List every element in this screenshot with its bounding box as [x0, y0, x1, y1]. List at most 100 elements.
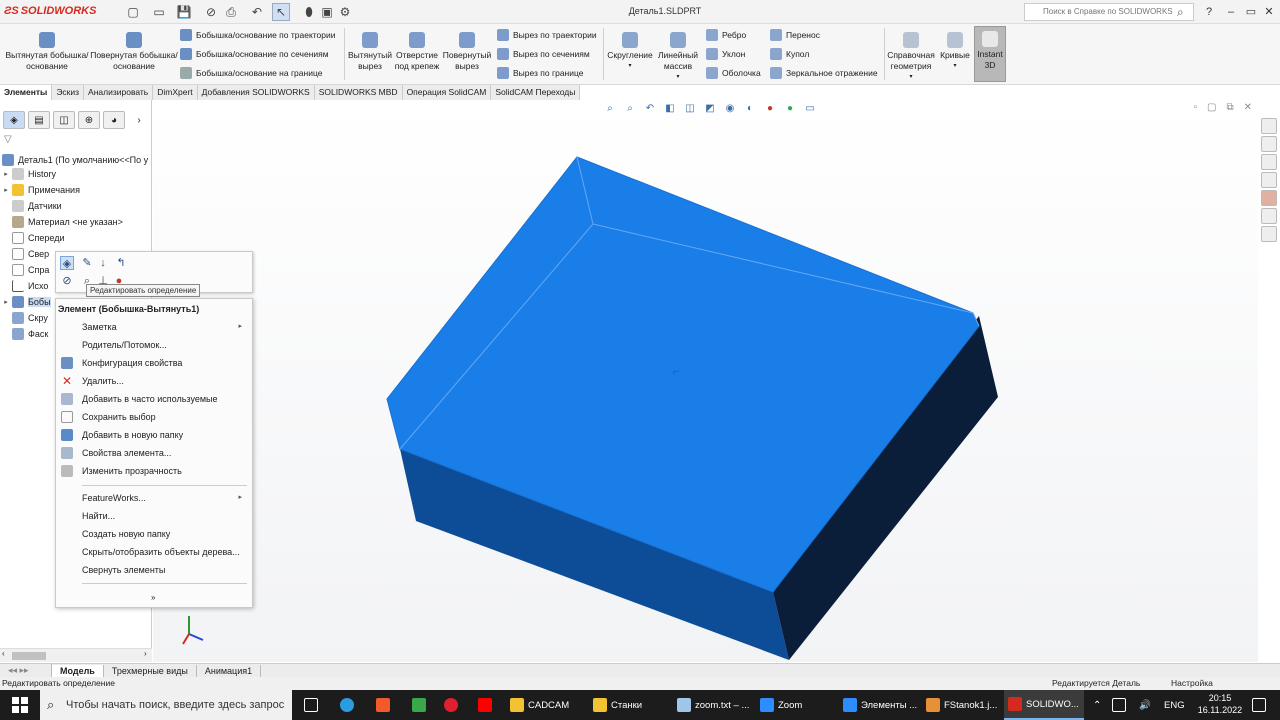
appearances-icon[interactable]	[1261, 190, 1277, 206]
tree-item-annotations[interactable]: ▸ Примечания	[0, 182, 80, 198]
taskbar-app-notepad[interactable]: zoom.txt – ...	[677, 690, 749, 720]
taskbar-app-stanki[interactable]: Станки	[593, 690, 642, 720]
tray-language[interactable]: ENG	[1164, 690, 1185, 720]
extrude-boss-button[interactable]: Вытянутая бобышка/основание	[2, 30, 92, 72]
taskbar-app-fstanok[interactable]: FStanok1.j...	[926, 690, 997, 720]
undo-icon[interactable]: ↶	[248, 3, 266, 21]
configuration-manager-tab-icon[interactable]: ◫	[53, 111, 75, 129]
property-manager-tab-icon[interactable]: ▤	[28, 111, 50, 129]
hide-show-items-icon[interactable]: ◐	[743, 102, 757, 116]
apply-scene-icon[interactable]: ●	[783, 102, 797, 116]
rollback-icon[interactable]: ↓	[96, 256, 110, 270]
close-button[interactable]: ✕	[1260, 2, 1278, 22]
expand-arrow-icon[interactable]: ▸	[0, 170, 12, 178]
sweep-cut-button[interactable]: Вырез по траектории	[497, 29, 597, 41]
tray-clock[interactable]: 20:15 16.11.2022	[1197, 692, 1243, 716]
tab-navigation-arrows-icon[interactable]: ◂◂ ▸▸	[0, 664, 52, 677]
tray-network-icon[interactable]	[1112, 690, 1126, 720]
undo-arrow-icon[interactable]: ↰	[114, 256, 128, 270]
edge-browser-icon[interactable]	[340, 690, 354, 720]
tab-solidcam-transitions[interactable]: SolidCAM Переходы	[491, 85, 581, 100]
previous-view-icon[interactable]: ↶	[643, 102, 657, 116]
rib-button[interactable]: Ребро	[706, 29, 746, 41]
traffic-light-icon[interactable]: ⬮	[300, 3, 318, 21]
display-manager-tab-icon[interactable]: ◕	[103, 111, 125, 129]
tab-animation1[interactable]: Анимация1	[197, 664, 262, 677]
reference-geometry-button[interactable]: Справочная геометрия ▾	[885, 30, 937, 83]
status-units-settings[interactable]: Настройка	[1171, 678, 1213, 688]
sweep-boss-button[interactable]: Бобышка/основание по траектории	[180, 29, 336, 41]
dome-button[interactable]: Купол	[770, 48, 809, 60]
dimxpert-manager-tab-icon[interactable]: ⊕	[78, 111, 100, 129]
print-icon[interactable]: ⎙	[222, 3, 240, 21]
hole-wizard-button[interactable]: Отверстие под крепеж	[394, 30, 440, 72]
taskbar-app-zoom-elements[interactable]: Элементы ...	[843, 690, 917, 720]
task-view-icon[interactable]	[304, 690, 318, 720]
solidworks-logo[interactable]: ƧS SOLIDWORKS	[4, 5, 96, 17]
zoom-to-area-icon[interactable]: ⌕	[623, 102, 637, 116]
scroll-left-icon[interactable]: ‹	[2, 649, 5, 658]
scrollbar-thumb[interactable]	[12, 652, 46, 660]
tree-item-front-plane[interactable]: Спереди	[0, 230, 64, 246]
boundary-boss-button[interactable]: Бобышка/основание на границе	[180, 67, 322, 79]
tree-item-fillet[interactable]: Скру	[0, 310, 48, 326]
new-document-icon[interactable]: ▢	[124, 3, 142, 21]
green-app-icon[interactable]	[412, 690, 426, 720]
print-setup-icon[interactable]: ⊘	[202, 3, 220, 21]
loft-boss-button[interactable]: Бобышка/основание по сечениям	[180, 48, 329, 60]
windows-start-icon[interactable]	[12, 697, 28, 713]
menu-item-config-feature[interactable]: Конфигурация свойства	[56, 354, 252, 372]
edit-sketch-icon[interactable]: ✎	[80, 256, 94, 270]
filter-icon[interactable]: ▽	[4, 134, 12, 145]
edit-feature-icon[interactable]: ◈	[60, 256, 74, 270]
tree-item-boss-extrude[interactable]: ▸ Бобы	[0, 294, 51, 310]
select-arrow-icon[interactable]: ↖	[272, 3, 290, 21]
tray-chevron-up-icon[interactable]: ⌃	[1093, 690, 1101, 720]
view-palette-icon[interactable]	[1261, 172, 1277, 188]
loft-cut-button[interactable]: Вырез по сечениям	[497, 48, 590, 60]
tree-item-material[interactable]: Материал <не указан>	[0, 214, 123, 230]
section-view-icon[interactable]: ◧	[663, 102, 677, 116]
options-gear-icon[interactable]: ⚙	[336, 3, 354, 21]
mirror-button[interactable]: Зеркальное отражение	[770, 67, 878, 79]
tree-item-top-plane[interactable]: Свер	[0, 246, 49, 262]
graphics-area[interactable]: ▫ ▢ ⧉ ✕ ⌐	[153, 100, 1258, 662]
shell-button[interactable]: Оболочка	[706, 67, 761, 79]
revolve-boss-button[interactable]: Повернутая бобышка/основание	[90, 30, 178, 72]
tab-sketch[interactable]: Эскиз	[52, 85, 85, 100]
youtube-icon[interactable]	[478, 690, 492, 720]
tab-mbd[interactable]: SOLIDWORKS MBD	[314, 85, 403, 100]
forum-icon[interactable]	[1261, 226, 1277, 242]
linear-pattern-button[interactable]: Линейный массив ▾	[656, 30, 700, 83]
tree-item-origin[interactable]: Исхо	[0, 278, 48, 294]
taskbar-app-cadcam[interactable]: CADCAM	[510, 690, 569, 720]
expand-arrow-icon[interactable]: ▸	[0, 298, 12, 306]
tab-3d-views[interactable]: Трехмерные виды	[104, 664, 197, 677]
menu-expand-more[interactable]: »	[56, 589, 252, 607]
search-icon[interactable]: ⌕	[1177, 5, 1184, 20]
instant3d-button[interactable]: Instant 3D	[974, 26, 1006, 82]
tab-evaluate[interactable]: Анализировать	[84, 85, 154, 100]
tab-features[interactable]: Элементы	[0, 85, 53, 100]
menu-item-add-favorites[interactable]: Добавить в часто используемые	[56, 390, 252, 408]
menu-item-parent-child[interactable]: Родитель/Потомок...	[56, 336, 252, 354]
menu-item-add-to-folder[interactable]: Добавить в новую папку	[56, 426, 252, 444]
menu-item-new-folder[interactable]: Создать новую папку	[56, 525, 252, 543]
dynamic-annotation-icon[interactable]: ◫	[683, 102, 697, 116]
minimize-button[interactable]: –	[1222, 2, 1240, 22]
tree-item-sensors[interactable]: Датчики	[0, 198, 62, 214]
extrude-cut-button[interactable]: Вытянутый вырез	[347, 30, 393, 72]
view-settings-icon[interactable]: ▭	[803, 102, 817, 116]
menu-item-featureworks[interactable]: FeatureWorks... ▸	[56, 489, 252, 507]
edit-appearance-icon[interactable]: ●	[763, 102, 777, 116]
suppress-icon[interactable]: ⊘	[60, 274, 74, 288]
tree-item-chamfer[interactable]: Фаск	[0, 326, 48, 342]
revolve-cut-button[interactable]: Повернутый вырез	[442, 30, 492, 72]
tab-solidcam-operation[interactable]: Операция SolidCAM	[402, 85, 492, 100]
opera-browser-icon[interactable]	[444, 690, 458, 720]
tree-item-history[interactable]: ▸ History	[0, 166, 56, 182]
scroll-right-icon[interactable]: ›	[144, 649, 147, 658]
tray-notifications-icon[interactable]	[1252, 690, 1266, 720]
restore-button[interactable]: ▭	[1242, 2, 1260, 22]
tab-addins[interactable]: Добавления SOLIDWORKS	[197, 85, 315, 100]
